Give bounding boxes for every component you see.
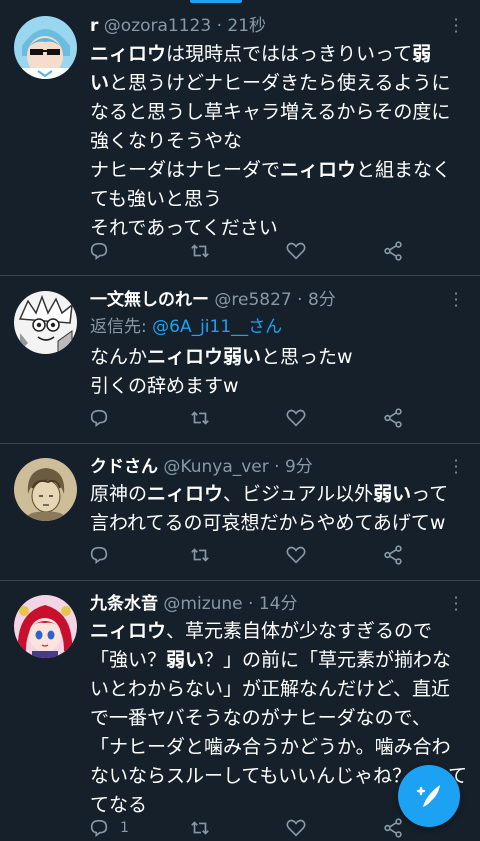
reply-icon bbox=[90, 819, 108, 837]
tweet-text-line: ても強いと思う bbox=[90, 188, 223, 210]
tweet-text-line: ニィロウ、草元素自体が少なすぎるので bbox=[90, 620, 433, 642]
like-button[interactable] bbox=[285, 815, 307, 841]
more-options-icon[interactable]: · · · bbox=[446, 453, 466, 482]
retweet-icon bbox=[191, 821, 209, 835]
retweet-button[interactable] bbox=[188, 238, 212, 264]
retweet-button[interactable] bbox=[188, 542, 212, 568]
compose-tweet-icon bbox=[416, 785, 440, 807]
tweet-text: 原神のニィロウ、ビジュアル以外弱いって 言われてるの可哀想だからやめてあげてw bbox=[90, 480, 470, 538]
reply-button[interactable]: 1 bbox=[88, 815, 129, 841]
username[interactable]: @Kunya_ver bbox=[163, 457, 268, 477]
share-icon bbox=[384, 241, 402, 261]
share-button[interactable] bbox=[382, 542, 404, 568]
tweet-text: なんかニィロウ弱いと思ったw 引くの辞めますw bbox=[90, 343, 470, 401]
reply-icon bbox=[90, 546, 108, 564]
username[interactable]: @mizune bbox=[163, 594, 242, 614]
share-button[interactable] bbox=[382, 238, 404, 264]
avatar[interactable] bbox=[14, 595, 77, 658]
like-icon bbox=[286, 409, 306, 427]
tweet-actions bbox=[88, 238, 418, 264]
reply-button[interactable] bbox=[88, 405, 120, 431]
tweet-header: 九条水音 @mizune · 14分 bbox=[90, 591, 440, 617]
tweet-text-line: 引くの辞めますw bbox=[90, 375, 239, 397]
share-button[interactable] bbox=[382, 405, 404, 431]
display-name[interactable]: クドさん bbox=[90, 457, 158, 477]
separator-dot: · bbox=[242, 594, 259, 614]
like-icon bbox=[286, 819, 306, 837]
tweet-text-line: 「ナヒーダと噛み合うかどうか。噛み合わ bbox=[90, 736, 451, 758]
more-options-icon[interactable]: · · · bbox=[446, 590, 466, 619]
reply-count: 1 bbox=[120, 820, 129, 836]
tweet-text-line: ニィロウは現時点でははっきりいって弱 bbox=[90, 43, 432, 65]
retweet-button[interactable] bbox=[188, 815, 212, 841]
tweet-text-line: なると思うし草キャラ増えるからその度に bbox=[90, 101, 451, 123]
more-options-icon[interactable]: · · · bbox=[446, 286, 466, 315]
like-button[interactable] bbox=[285, 238, 307, 264]
tweet-text-line: いとわからない」が正解なんだけど、直近 bbox=[90, 678, 451, 700]
tweet-text-line: 原神のニィロウ、ビジュアル以外弱いって bbox=[90, 483, 449, 505]
tweet-text-line: いと思うけどナヒーダきたら使えるように bbox=[90, 72, 451, 94]
avatar[interactable] bbox=[14, 458, 77, 521]
timestamp[interactable]: 14分 bbox=[259, 594, 298, 614]
username[interactable]: @ozora1123 bbox=[104, 16, 211, 36]
like-button[interactable] bbox=[285, 542, 307, 568]
tweet-header: クドさん @Kunya_ver · 9分 bbox=[90, 454, 440, 480]
more-options-icon[interactable]: · · · bbox=[446, 12, 466, 41]
reply-button[interactable] bbox=[88, 238, 120, 264]
retweet-icon bbox=[191, 244, 209, 258]
reply-mention-link[interactable]: @6A_ji11__さん bbox=[152, 317, 282, 337]
tweet-actions bbox=[88, 542, 418, 568]
tweet-actions: 1 bbox=[88, 815, 418, 841]
separator-dot: · bbox=[291, 290, 308, 310]
separator-dot: · bbox=[268, 457, 285, 477]
username[interactable]: @re5827 bbox=[214, 290, 291, 310]
tweet-text-line: 言われてるの可哀想だからやめてあげてw bbox=[90, 512, 446, 534]
like-icon bbox=[286, 546, 306, 564]
tweet-text: ニィロウは現時点でははっきりいって弱 いと思うけどナヒーダきたら使えるように な… bbox=[90, 40, 470, 243]
tweet-text-line: 強くなりそうやな bbox=[90, 130, 243, 152]
like-button[interactable] bbox=[285, 405, 307, 431]
avatar[interactable] bbox=[14, 291, 77, 354]
compose-tweet-button[interactable] bbox=[398, 765, 460, 827]
tweet-text-line: で一番ヤバそうなのがナヒーダなので、 bbox=[90, 707, 431, 729]
share-icon bbox=[384, 818, 402, 838]
tweet[interactable]: クドさん @Kunya_ver · 9分 · · · 原神のニィロウ、ビジュアル以外… bbox=[0, 444, 480, 581]
separator-dot: · bbox=[211, 16, 228, 36]
reply-icon bbox=[90, 409, 108, 427]
like-icon bbox=[286, 242, 306, 260]
tweet-header: 一文無しのれー @re5827 · 8分 bbox=[90, 287, 440, 313]
retweet-button[interactable] bbox=[188, 405, 212, 431]
tweet-text-line: 「強い？弱い？」の前に「草元素が揃わな bbox=[90, 649, 452, 671]
timestamp[interactable]: 9分 bbox=[285, 457, 313, 477]
tweet-header: r @ozora1123 · 21秒 bbox=[90, 13, 440, 39]
share-icon bbox=[384, 408, 402, 428]
tweet-actions bbox=[88, 405, 418, 431]
display-name[interactable]: r bbox=[90, 16, 98, 36]
timestamp[interactable]: 21秒 bbox=[227, 16, 266, 36]
display-name[interactable]: 一文無しのれー bbox=[90, 290, 209, 310]
tweet-text-line: ナヒーダはナヒーダでニィロウと組まなく bbox=[90, 159, 452, 181]
reply-to-label: 返信先: @6A_ji11__さん bbox=[90, 317, 283, 337]
share-icon bbox=[384, 545, 402, 565]
share-button[interactable] bbox=[382, 815, 404, 841]
retweet-icon bbox=[191, 411, 209, 425]
display-name[interactable]: 九条水音 bbox=[90, 594, 158, 614]
tweet[interactable]: 一文無しのれー @re5827 · 8分 · · · 返信先: @6A_ji11__… bbox=[0, 276, 480, 444]
retweet-icon bbox=[191, 548, 209, 562]
reply-icon bbox=[90, 242, 108, 260]
avatar[interactable] bbox=[14, 16, 77, 79]
tweet-text-line: なんかニィロウ弱いと思ったw bbox=[90, 346, 353, 368]
reply-button[interactable] bbox=[88, 542, 120, 568]
timestamp[interactable]: 8分 bbox=[308, 290, 336, 310]
tweet[interactable]: r @ozora1123 · 21秒 · · · ニィロウは現時点でははっきりいって… bbox=[0, 0, 480, 276]
